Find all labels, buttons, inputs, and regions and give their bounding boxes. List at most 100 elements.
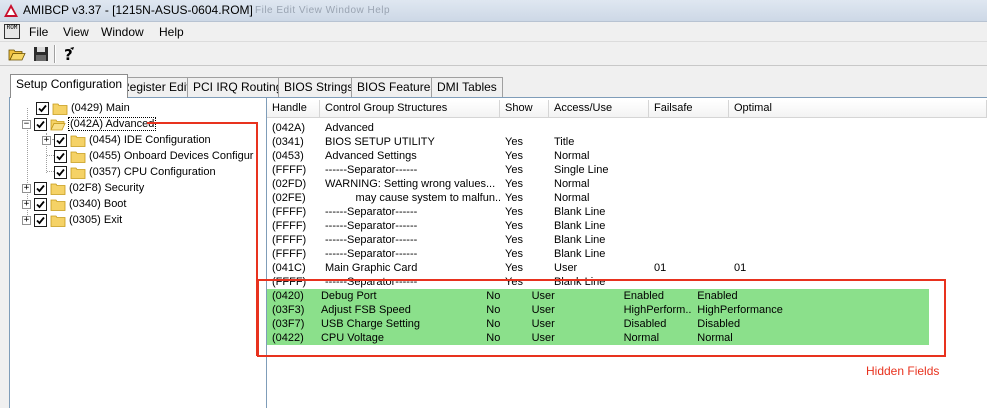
tree-item-onboard-devices[interactable]: (0455) Onboard Devices Configur — [54, 148, 253, 164]
checkbox[interactable] — [36, 101, 49, 115]
table-cell: Single Line — [554, 164, 609, 176]
table-cell: Yes — [505, 164, 523, 176]
folder-icon — [50, 183, 66, 195]
tree-item-cpu-configuration[interactable]: (0357) CPU Configuration — [54, 164, 216, 180]
tree-item-security[interactable]: + (02F8) Security — [22, 180, 144, 196]
tree-item-label: (042A) Advanced — [67, 117, 157, 131]
checkbox[interactable] — [34, 181, 47, 195]
column-header-handle[interactable]: Handle — [267, 100, 320, 118]
help-icon[interactable]: ? — [60, 45, 78, 63]
table-cell — [729, 177, 987, 191]
table-cell: (02FE) — [272, 192, 306, 204]
table-cell — [500, 121, 549, 135]
save-icon[interactable] — [32, 45, 50, 63]
column-header-optimal[interactable]: Optimal — [729, 100, 987, 118]
menu-view[interactable]: View — [63, 25, 89, 39]
tab-bios-features[interactable]: BIOS Features — [351, 77, 443, 97]
table-cell: Title — [554, 136, 575, 148]
setup-tree[interactable]: (0429) Main − (042A) Advanced + (0454) I… — [9, 97, 267, 408]
table-row[interactable]: (FFFF) ------Separator------ Yes Blank Line — [267, 233, 987, 247]
checkbox[interactable] — [54, 149, 67, 163]
table-cell — [729, 163, 987, 177]
table-row[interactable]: (FFFF) ------Separator------ Yes Blank Line — [267, 205, 987, 219]
checkmark-icon — [36, 200, 45, 208]
menu-file[interactable]: File — [29, 25, 48, 39]
menu-window[interactable]: Window — [101, 25, 144, 39]
expand-icon[interactable]: + — [22, 199, 31, 209]
table-cell: Blank Line — [554, 206, 606, 218]
tab-bios-strings[interactable]: BIOS Strings — [278, 77, 360, 97]
checkbox[interactable] — [34, 213, 47, 227]
table-cell: User — [554, 262, 578, 274]
table-cell — [729, 219, 987, 233]
table-cell: ------Separator------ — [325, 164, 418, 176]
table-row[interactable]: (042A) Advanced — [267, 121, 987, 135]
tab-dmi-tables[interactable]: DMI Tables — [431, 77, 503, 97]
tree-item-main[interactable]: (0429) Main — [24, 100, 130, 116]
table-cell: Yes — [505, 220, 523, 232]
table-cell — [649, 247, 729, 261]
expand-icon[interactable]: + — [42, 135, 51, 145]
tree-item-label: (0357) CPU Configuration — [89, 166, 216, 178]
column-header-control-group[interactable]: Control Group Structures — [320, 100, 500, 118]
tree-item-label: (0429) Main — [71, 102, 130, 114]
checkmark-icon — [36, 216, 45, 224]
checkbox[interactable] — [54, 133, 67, 147]
table-row[interactable]: (041C) Main Graphic Card Yes User 01 01 — [267, 261, 987, 275]
table-cell: Normal — [554, 150, 590, 162]
table-cell: ------Separator------ — [325, 248, 418, 260]
hidden-fields-highlight — [257, 279, 946, 357]
table-cell: (0453) — [272, 150, 304, 162]
expand-icon[interactable]: + — [22, 183, 31, 193]
table-row[interactable]: (02FE) may cause system to malfun... Yes N… — [267, 191, 987, 205]
tree-item-boot[interactable]: + (0340) Boot — [22, 196, 126, 212]
folder-icon — [50, 215, 66, 227]
table-row[interactable]: (FFFF) ------Separator------ Yes Blank Line — [267, 247, 987, 261]
tree-item-ide-configuration[interactable]: + (0454) IDE Configuration — [42, 132, 211, 148]
table-row[interactable]: (FFFF) ------Separator------ Yes Single Lin… — [267, 163, 987, 177]
table-cell: Yes — [505, 262, 523, 274]
table-row[interactable]: (02FD) WARNING: Setting wrong values... Ye… — [267, 177, 987, 191]
checkmark-icon — [36, 120, 45, 128]
table-row[interactable]: (FFFF) ------Separator------ Yes Blank Line — [267, 219, 987, 233]
expand-icon[interactable]: + — [22, 215, 31, 225]
tab-pci-irq-routing[interactable]: PCI IRQ Routing — [187, 77, 289, 97]
table-cell: Yes — [505, 248, 523, 260]
tree-item-label: (02F8) Security — [69, 182, 145, 194]
table-row[interactable]: (0453) Advanced Settings Yes Normal — [267, 149, 987, 163]
table-cell: (FFFF) — [272, 206, 307, 218]
table-cell: (FFFF) — [272, 248, 307, 260]
folder-icon — [52, 103, 68, 115]
collapse-icon[interactable]: − — [22, 119, 31, 129]
column-header-show[interactable]: Show — [500, 100, 549, 118]
folder-icon — [70, 151, 86, 163]
system-menu-icon[interactable]: ROM — [4, 24, 20, 39]
control-grid[interactable]: Handle Control Group Structures Show Acc… — [267, 97, 987, 408]
table-cell — [649, 219, 729, 233]
table-cell: ------Separator------ — [325, 220, 418, 232]
checkbox[interactable] — [34, 117, 47, 131]
column-header-access-use[interactable]: Access/Use — [549, 100, 649, 118]
table-cell — [649, 135, 729, 149]
menu-bar: ROM File View Window Help — [0, 22, 987, 42]
menu-help[interactable]: Help — [159, 25, 184, 39]
checkmark-icon — [56, 152, 65, 160]
table-cell: Advanced — [325, 122, 374, 134]
table-cell: BIOS SETUP UTILITY — [325, 136, 435, 148]
annotation-connector — [147, 122, 258, 124]
tree-item-label: (0340) Boot — [69, 198, 127, 210]
open-folder-icon[interactable] — [8, 45, 26, 63]
checkbox[interactable] — [34, 197, 47, 211]
tree-item-label: (0305) Exit — [69, 214, 123, 226]
folder-icon — [70, 167, 86, 179]
table-cell — [729, 205, 987, 219]
checkbox[interactable] — [54, 165, 67, 179]
table-row[interactable]: (0341) BIOS SETUP UTILITY Yes Title — [267, 135, 987, 149]
tab-setup-configuration[interactable]: Setup Configuration — [10, 74, 129, 98]
tree-item-exit[interactable]: + (0305) Exit — [22, 212, 122, 228]
table-cell: Yes — [505, 136, 523, 148]
folder-icon — [70, 135, 86, 147]
tree-item-advanced[interactable]: − (042A) Advanced — [22, 116, 157, 132]
column-header-failsafe[interactable]: Failsafe — [649, 100, 729, 118]
table-cell: (042A) — [272, 122, 306, 134]
